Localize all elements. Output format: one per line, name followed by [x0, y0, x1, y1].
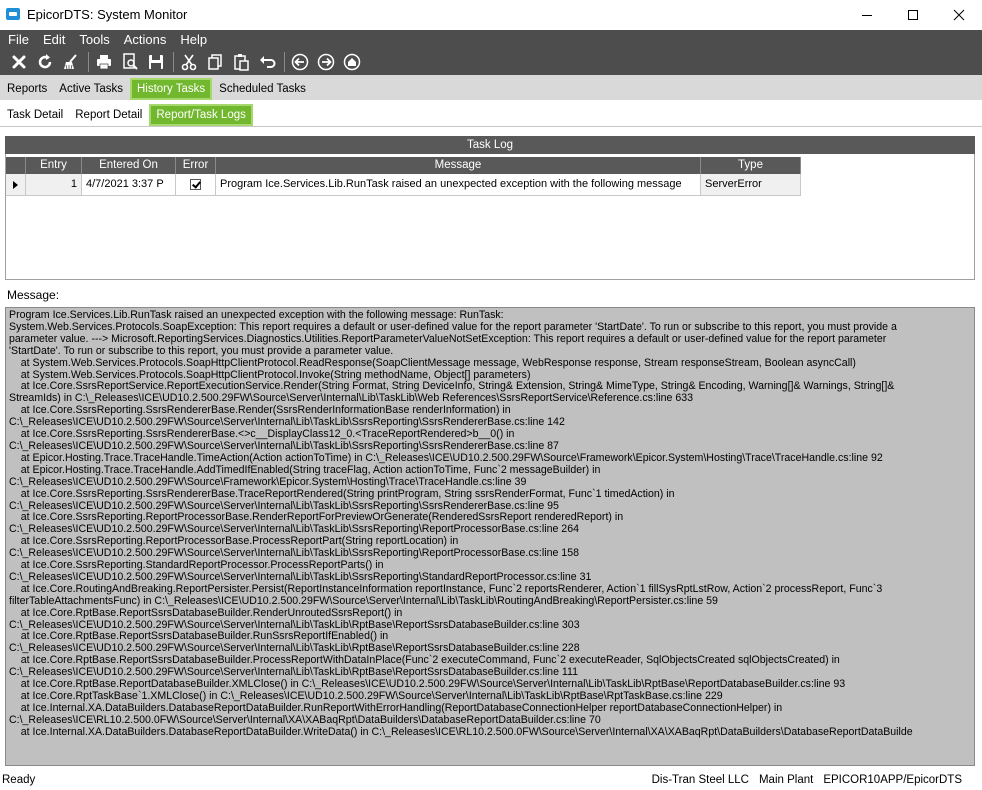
tab-report-task-logs[interactable]: Report/Task Logs — [149, 104, 253, 126]
column-header-entry[interactable]: Entry — [26, 157, 82, 174]
column-header-error[interactable]: Error — [176, 157, 216, 174]
minimize-icon — [862, 14, 872, 16]
message-line: at Epicor.Hosting.Trace.TraceHandle.Time… — [9, 451, 883, 464]
forward-button[interactable] — [315, 51, 337, 73]
menu-actions[interactable]: Actions — [122, 32, 169, 47]
message-line: 'StartDate'. To run or subscribe to this… — [9, 344, 394, 357]
status-text: Ready — [2, 774, 36, 786]
print-button[interactable] — [93, 51, 115, 73]
home-button[interactable] — [341, 51, 363, 73]
task-log-grid: Entry Entered On Error Message Type 1 4/… — [5, 154, 975, 280]
menu-edit[interactable]: Edit — [41, 32, 67, 47]
status-info: Dis-Tran Steel LLC Main Plant EPICOR10AP… — [642, 770, 962, 790]
message-line: at Ice.Core.SsrsReporting.SsrsRendererBa… — [9, 487, 675, 500]
copy-button[interactable] — [204, 51, 226, 73]
message-line: at System.Web.Services.Protocols.SoapHtt… — [9, 356, 856, 369]
menu-bar: File Edit Tools Actions Help — [0, 30, 982, 48]
column-header-message[interactable]: Message — [216, 157, 701, 174]
message-textbox[interactable]: Program Ice.Services.Lib.RunTask raised … — [5, 307, 975, 766]
toolbar-separator — [284, 51, 285, 72]
print-icon — [97, 54, 111, 69]
tab-scheduled-tasks[interactable]: Scheduled Tasks — [214, 78, 311, 100]
cell-error[interactable] — [176, 174, 216, 196]
app-icon — [6, 8, 20, 20]
message-line: C:\_Releases\ICE\UD10.2.500.29FW\Source\… — [9, 475, 527, 488]
tab-task-detail[interactable]: Task Detail — [2, 104, 68, 126]
cut-icon — [181, 54, 197, 70]
message-line: at Ice.Core.RoutingAndBreaking.ReportPer… — [9, 582, 883, 595]
forward-icon — [317, 53, 335, 70]
cut-button[interactable] — [178, 51, 200, 73]
title-bar: EpicorDTS: System Monitor — [0, 0, 982, 30]
row-selector-header — [6, 157, 26, 174]
toolbar-separator — [88, 51, 89, 72]
grid-header: Entry Entered On Error Message Type — [6, 157, 801, 174]
main-tabs: Reports Active Tasks History Tasks Sched… — [0, 75, 982, 100]
menu-help[interactable]: Help — [178, 32, 209, 47]
cell-entered-on[interactable]: 4/7/2021 3:37 P — [82, 174, 176, 196]
print-preview-button[interactable] — [119, 51, 141, 73]
message-line: at Ice.Core.RptBase.ReportSsrsDatabaseBu… — [9, 606, 403, 619]
menu-file[interactable]: File — [6, 32, 31, 47]
home-icon — [343, 53, 361, 70]
column-header-type[interactable]: Type — [701, 157, 801, 174]
toolbar-separator — [173, 51, 174, 72]
undo-icon — [260, 55, 276, 68]
close-icon — [12, 55, 26, 68]
save-button[interactable] — [145, 51, 167, 73]
column-header-entered-on[interactable]: Entered On — [82, 157, 176, 174]
print-preview-icon — [123, 52, 138, 70]
row-pointer-icon — [13, 180, 18, 189]
menu-tools[interactable]: Tools — [77, 32, 111, 47]
maximize-button[interactable] — [890, 0, 936, 30]
cell-message[interactable]: Program Ice.Services.Lib.RunTask raised … — [216, 174, 701, 196]
status-server: EPICOR10APP/EpicorDTS — [823, 774, 962, 786]
back-button[interactable] — [289, 51, 311, 73]
tab-report-detail[interactable]: Report Detail — [70, 104, 147, 126]
tab-reports[interactable]: Reports — [2, 78, 52, 100]
clear-button[interactable] — [60, 51, 82, 73]
clear-icon — [64, 53, 77, 69]
status-company: Dis-Tran Steel LLC — [651, 774, 749, 786]
window-title: EpicorDTS: System Monitor — [27, 7, 188, 22]
refresh-button[interactable] — [34, 51, 56, 73]
task-log-header: Task Log — [5, 136, 975, 154]
tab-active-tasks[interactable]: Active Tasks — [54, 78, 128, 100]
status-plant: Main Plant — [758, 774, 814, 786]
message-line: C:\_Releases\ICE\RL10.2.500.0FW\Source\S… — [9, 713, 601, 726]
paste-icon — [234, 53, 249, 71]
message-line: filterTableAttachmentsFunc) in C:\_Relea… — [9, 594, 718, 607]
cell-entry[interactable]: 1 — [26, 174, 82, 196]
close-window-icon — [953, 9, 965, 21]
sub-tabs: Task Detail Report Detail Report/Task Lo… — [0, 100, 982, 127]
tab-history-tasks[interactable]: History Tasks — [129, 78, 213, 100]
message-line: at Ice.Internal.XA.DataBuilders.Database… — [9, 725, 913, 738]
copy-icon — [208, 53, 222, 70]
undo-button[interactable] — [256, 51, 278, 73]
close-button[interactable] — [8, 51, 30, 73]
close-window-button[interactable] — [936, 0, 982, 30]
message-label: Message: — [7, 288, 60, 302]
status-bar: Ready Dis-Tran Steel LLC Main Plant EPIC… — [0, 770, 982, 790]
toolbar — [0, 48, 982, 75]
table-row[interactable]: 1 4/7/2021 3:37 P Program Ice.Services.L… — [6, 174, 801, 196]
refresh-icon — [38, 53, 52, 68]
message-line: parameter value. ---> Microsoft.Reportin… — [9, 332, 887, 345]
error-checkbox[interactable] — [190, 179, 201, 190]
row-selector[interactable] — [6, 174, 26, 196]
back-icon — [291, 53, 309, 70]
save-icon — [149, 54, 163, 69]
maximize-icon — [908, 10, 918, 20]
paste-button[interactable] — [230, 51, 252, 73]
minimize-button[interactable] — [844, 0, 890, 30]
message-line: at Epicor.Hosting.Trace.TraceHandle.AddT… — [9, 463, 601, 476]
cell-type[interactable]: ServerError — [701, 174, 801, 196]
